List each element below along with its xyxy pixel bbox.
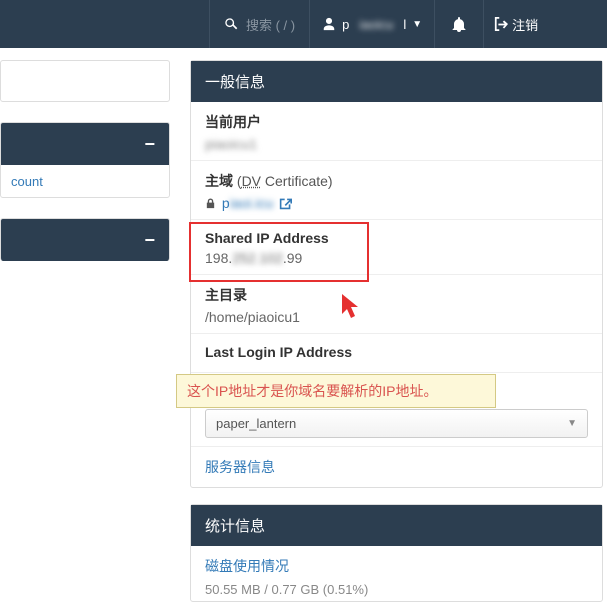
stats-header: 统计信息 xyxy=(191,505,602,546)
user-icon xyxy=(322,17,336,31)
cert-suffix: Certificate) xyxy=(261,173,333,189)
sidebar-panel-2: − xyxy=(0,218,170,261)
sidebar-account-link[interactable]: count xyxy=(11,174,43,189)
annotation-text: 这个IP地址才是你域名要解析的IP地址。 xyxy=(187,383,437,399)
general-info-body: 当前用户 piaoicu1 主域 (DV Certificate) piaoi.… xyxy=(191,102,602,487)
logout-button[interactable]: 注销 xyxy=(483,0,548,48)
domain-label-text: 主域 xyxy=(205,173,233,189)
logout-label: 注销 xyxy=(512,15,538,34)
chevron-down-icon: ▼ xyxy=(412,19,422,30)
theme-select-wrap: paper_lantern ▼ xyxy=(205,409,588,438)
search-box[interactable]: 搜索 ( / ) xyxy=(209,0,309,48)
sidebar: − count − xyxy=(0,60,170,602)
stats-panel: 统计信息 磁盘使用情况 50.55 MB / 0.77 GB (0.51%) xyxy=(190,504,603,602)
user-name-prefix: p xyxy=(342,17,349,32)
external-link-icon xyxy=(277,195,292,211)
chevron-down-icon: ▼ xyxy=(567,418,577,429)
row-server-info: 服务器信息 xyxy=(191,447,602,487)
domain-prefix: p xyxy=(222,195,230,211)
bell-icon xyxy=(451,16,467,32)
top-navbar: 搜索 ( / ) p iaoicu l ▼ 注销 xyxy=(0,0,607,48)
sidebar-panel-1-head[interactable]: − xyxy=(1,123,169,165)
sidebar-empty-panel xyxy=(0,60,170,102)
search-icon xyxy=(224,17,238,31)
home-dir-label: 主目录 xyxy=(205,285,588,305)
disk-usage-value: 50.55 MB / 0.77 GB (0.51%) xyxy=(205,582,588,597)
lock-icon xyxy=(205,195,216,211)
last-login-label: Last Login IP Address xyxy=(205,344,588,360)
content: 一般信息 当前用户 piaoicu1 主域 (DV Certificate) p… xyxy=(190,60,607,602)
sidebar-panel-1: − count xyxy=(0,122,170,198)
notifications-button[interactable] xyxy=(434,0,483,48)
collapse-icon: − xyxy=(144,230,155,251)
search-placeholder: 搜索 ( / ) xyxy=(246,15,295,34)
domain-value: piaoi.icu xyxy=(205,195,588,211)
shared-ip-label: Shared IP Address xyxy=(205,230,588,246)
domain-link[interactable]: piaoi.icu xyxy=(205,195,292,211)
theme-select-value: paper_lantern xyxy=(216,416,296,431)
dv-abbr: DV xyxy=(242,173,261,189)
home-dir-value: /home/piaoicu1 xyxy=(205,309,588,325)
current-user-label: 当前用户 xyxy=(205,112,588,132)
domain-label: 主域 (DV Certificate) xyxy=(205,171,588,191)
row-domain: 主域 (DV Certificate) piaoi.icu xyxy=(191,161,602,220)
domain-blur: iaoi.icu xyxy=(230,195,274,211)
sidebar-panel-1-body: count xyxy=(1,165,169,197)
annotation-tooltip: 这个IP地址才是你域名要解析的IP地址。 xyxy=(176,374,496,408)
domain-cert: (DV Certificate) xyxy=(237,173,333,189)
main-area: − count − 一般信息 当前用户 piaoicu1 主域 xyxy=(0,48,607,602)
general-info-panel: 一般信息 当前用户 piaoicu1 主域 (DV Certificate) p… xyxy=(190,60,603,488)
row-home-dir: 主目录 /home/piaoicu1 xyxy=(191,275,602,334)
user-menu[interactable]: p iaoicu l ▼ xyxy=(309,0,434,48)
row-last-login: Last Login IP Address xyxy=(191,334,602,373)
logout-icon xyxy=(494,17,508,31)
current-user-value: piaoicu1 xyxy=(205,136,588,152)
stats-body: 磁盘使用情况 50.55 MB / 0.77 GB (0.51%) xyxy=(191,546,602,601)
collapse-icon: − xyxy=(144,134,155,155)
theme-select[interactable]: paper_lantern ▼ xyxy=(205,409,588,438)
navbar-spacer xyxy=(0,0,209,48)
user-name-blur: iaoicu xyxy=(359,17,393,32)
disk-usage-link[interactable]: 磁盘使用情况 xyxy=(205,556,588,576)
user-name-suffix: l xyxy=(403,17,406,32)
server-info-link[interactable]: 服务器信息 xyxy=(205,459,275,475)
sidebar-panel-2-head[interactable]: − xyxy=(1,219,169,261)
row-current-user: 当前用户 piaoicu1 xyxy=(191,102,602,161)
row-shared-ip: Shared IP Address 198.252.102.99 xyxy=(191,220,602,275)
shared-ip-value: 198.252.102.99 xyxy=(205,250,588,266)
general-info-header: 一般信息 xyxy=(191,61,602,102)
